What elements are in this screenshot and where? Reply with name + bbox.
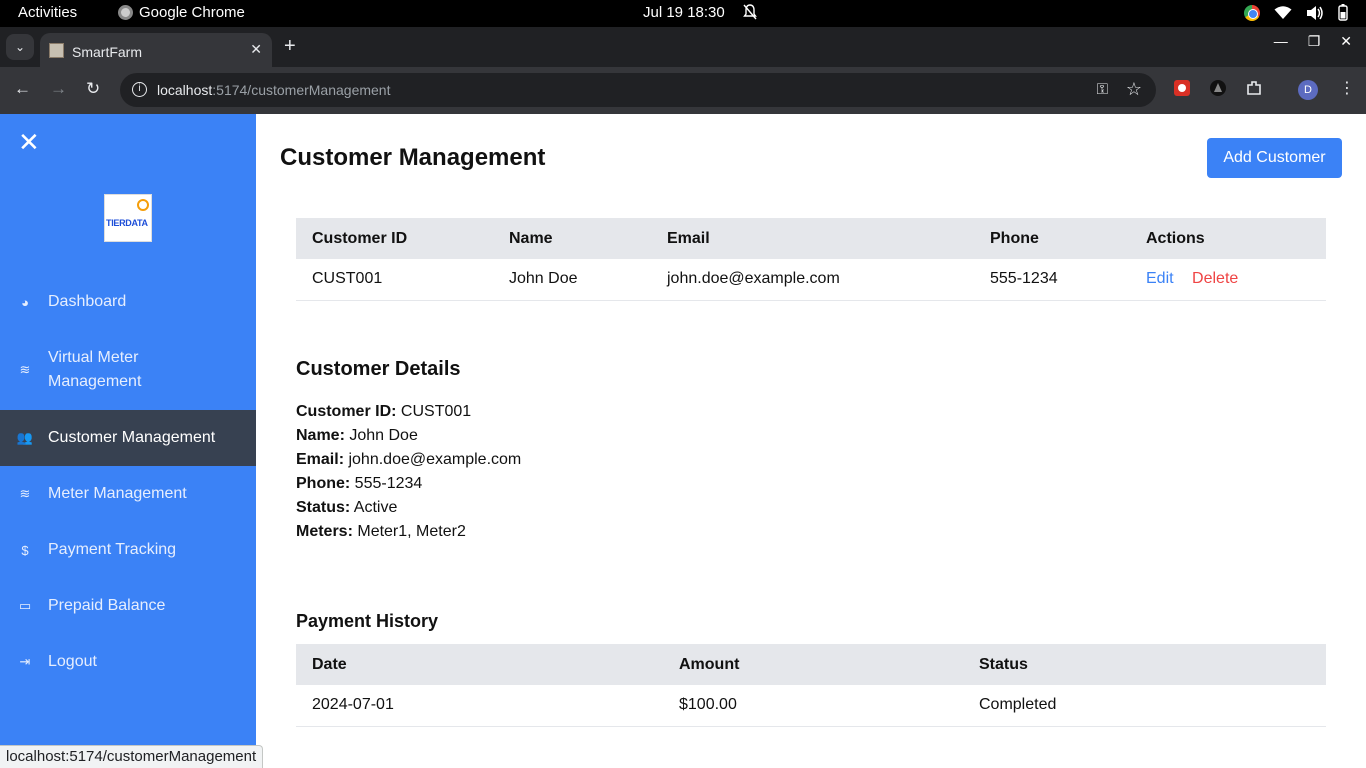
maximize-icon[interactable]: ❐: [1308, 33, 1321, 50]
payment-status-cell: Completed: [963, 685, 1326, 727]
column-header: Customer ID: [296, 218, 493, 259]
tab-title: SmartFarm: [72, 44, 142, 60]
sidebar-item-meter-management[interactable]: ≋ Meter Management: [0, 482, 256, 506]
table-header-row: Date Amount Status: [296, 644, 1326, 685]
chevron-down-icon: ⌄: [14, 40, 26, 54]
back-icon[interactable]: ←: [14, 79, 31, 99]
favicon-icon: [49, 43, 64, 58]
browser-toolbar: ← → ↻ i localhost:5174/customerManagemen…: [0, 67, 1366, 114]
url-text[interactable]: localhost:5174/customerManagement: [157, 82, 390, 98]
chrome-tray-icon[interactable]: [1244, 4, 1260, 21]
sidebar: ✕ TIERDATA ◕ Dashboard ≋ Virtual Meter M…: [0, 114, 256, 768]
site-info-icon[interactable]: i: [132, 82, 147, 97]
forward-icon[interactable]: →: [50, 79, 67, 99]
clock[interactable]: Jul 19 18:30: [643, 4, 725, 21]
link-status-bubble: localhost:5174/customerManagement: [0, 745, 264, 768]
customer-id-cell: CUST001: [296, 259, 493, 301]
actions-cell: Edit Delete: [1130, 259, 1326, 301]
column-header: Name: [493, 218, 651, 259]
tab-search-button[interactable]: ⌄: [6, 34, 34, 60]
column-header: Email: [651, 218, 974, 259]
window-controls: — ❐ ✕: [1274, 33, 1366, 50]
profile-avatar[interactable]: D: [1298, 80, 1318, 100]
app-menu[interactable]: Google Chrome: [118, 4, 245, 21]
detail-customer-id: Customer ID: CUST001: [296, 403, 472, 420]
payment-history-table: Date Amount Status 2024-07-01 $100.00 Co…: [296, 644, 1326, 727]
browser-menu-icon[interactable]: ⋮: [1339, 78, 1355, 98]
tab-strip: ⌄ SmartFarm ✕ + — ❐ ✕: [0, 27, 1366, 67]
customer-details-title: Customer Details: [296, 358, 461, 380]
app-name: Google Chrome: [139, 4, 245, 21]
add-customer-button[interactable]: Add Customer: [1207, 138, 1342, 178]
payment-date-cell: 2024-07-01: [296, 685, 663, 727]
edit-link[interactable]: Edit: [1146, 270, 1174, 287]
page-title: Customer Management: [280, 144, 546, 171]
dollar-icon: $: [21, 542, 29, 558]
sidebar-item-customer-management[interactable]: 👥 Customer Management: [0, 410, 256, 466]
users-icon: 👥: [16, 430, 34, 445]
address-bar[interactable]: i localhost:5174/customerManagement ⚿ ☆: [120, 73, 1156, 107]
money-bill-icon: ▭: [18, 598, 32, 613]
customer-details: Customer ID: CUST001 Name: John Doe Emai…: [296, 400, 521, 544]
detail-name: Name: John Doe: [296, 427, 418, 444]
notifications-muted-icon[interactable]: [742, 3, 758, 21]
volume-icon: [1307, 5, 1323, 20]
tierdata-logo: TIERDATA: [104, 194, 152, 242]
customers-table: Customer ID Name Email Phone Actions CUS…: [296, 218, 1326, 301]
tab-smartfarm[interactable]: SmartFarm ✕: [40, 33, 272, 67]
os-top-bar: Activities Google Chrome Jul 19 18:30: [0, 0, 1366, 27]
detail-phone: Phone: 555-1234: [296, 475, 423, 492]
customer-email-cell: john.doe@example.com: [651, 259, 974, 301]
reload-icon[interactable]: ↻: [86, 79, 100, 99]
sidebar-item-dashboard[interactable]: ◕ Dashboard: [0, 290, 256, 314]
bookmark-star-icon[interactable]: ☆: [1126, 79, 1142, 100]
close-sidebar-icon[interactable]: ✕: [18, 129, 40, 155]
customer-name-cell: John Doe: [493, 259, 651, 301]
chrome-icon: [118, 5, 133, 20]
table-row: 2024-07-01 $100.00 Completed: [296, 685, 1326, 727]
minimize-icon[interactable]: —: [1274, 33, 1288, 50]
payment-amount-cell: $100.00: [663, 685, 963, 727]
column-header: Actions: [1130, 218, 1326, 259]
column-header: Status: [963, 644, 1326, 685]
table-header-row: Customer ID Name Email Phone Actions: [296, 218, 1326, 259]
sidebar-item-payment-tracking[interactable]: $ Payment Tracking: [0, 538, 256, 562]
customer-phone-cell: 555-1234: [974, 259, 1130, 301]
close-tab-icon[interactable]: ✕: [250, 41, 262, 58]
main-content: Customer Management Add Customer Custome…: [256, 114, 1366, 768]
extensions-puzzle-icon[interactable]: [1245, 79, 1263, 97]
new-tab-icon[interactable]: +: [284, 35, 296, 58]
logout-icon: ⇥: [19, 654, 31, 669]
detail-email: Email: john.doe@example.com: [296, 451, 522, 468]
close-window-icon[interactable]: ✕: [1340, 33, 1352, 50]
table-row[interactable]: CUST001 John Doe john.doe@example.com 55…: [296, 259, 1326, 301]
column-header: Amount: [663, 644, 963, 685]
sidebar-item-virtual-meter-management[interactable]: ≋ Virtual Meter Management: [0, 346, 256, 394]
wifi-icon: [1274, 5, 1292, 19]
password-key-icon[interactable]: ⚿: [1097, 81, 1108, 98]
sidebar-item-prepaid-balance[interactable]: ▭ Prepaid Balance: [0, 594, 256, 618]
detail-status: Status: Active: [296, 499, 398, 516]
payment-history-title: Payment History: [296, 611, 439, 631]
battery-icon: [1338, 4, 1348, 21]
gauge-icon: ◕: [21, 294, 29, 310]
system-tray[interactable]: [1244, 4, 1348, 21]
delete-link[interactable]: Delete: [1192, 270, 1238, 287]
column-header: Date: [296, 644, 663, 685]
activities-button[interactable]: Activities: [18, 4, 77, 21]
water-icon: ≋: [19, 362, 31, 377]
water-icon: ≋: [19, 486, 31, 501]
column-header: Phone: [974, 218, 1130, 259]
extension-dark-icon[interactable]: [1209, 79, 1227, 97]
detail-meters: Meters: Meter1, Meter2: [296, 523, 466, 540]
extension-red-icon[interactable]: [1173, 79, 1191, 97]
sidebar-item-logout[interactable]: ⇥ Logout: [0, 650, 256, 674]
